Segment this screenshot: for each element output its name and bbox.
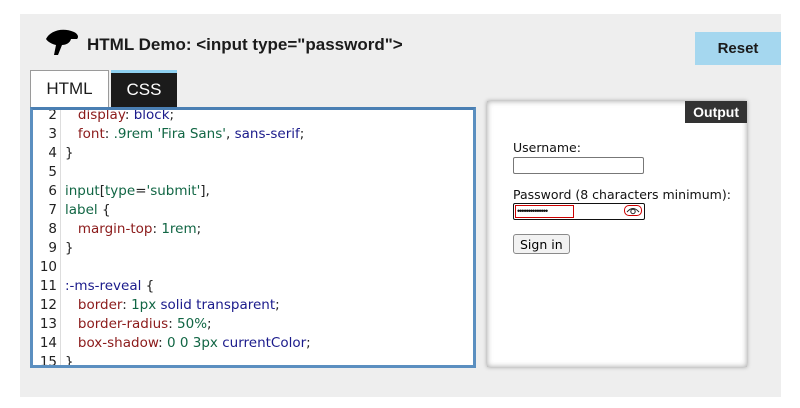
code-line: 12 border: 1px solid transparent; [33,297,473,316]
eye-icon [626,208,640,215]
css-value: 50% [177,316,208,332]
line-number: 9 [48,240,57,256]
css-value: .9rem [113,126,154,142]
mdn-dinosaur-logo-icon [46,29,78,55]
password-label: Password (8 characters minimum): [513,187,731,202]
code-line: 3 font: .9rem 'Fira Sans', sans-serif; [33,126,473,145]
css-property: border [77,297,123,313]
line-number: 4 [48,145,57,161]
code-line: 10 [33,259,473,278]
code-line: 13 border-radius: 50%; [33,316,473,335]
code-text: :-ms-reveal { [65,278,154,294]
line-number: 14 [39,335,57,351]
reset-button[interactable]: Reset [695,32,781,65]
code-text: label { [65,202,111,218]
css-selector: label [65,202,98,218]
code-line: 11 :-ms-reveal { [33,278,473,297]
password-input[interactable]: •••••••••••••• [513,203,645,220]
line-number: 10 [39,259,57,275]
code-text: border: 1px solid transparent; [77,297,280,313]
line-number: 7 [48,202,57,218]
css-value: sans-serif [234,126,300,142]
output-label: Output [685,101,747,123]
css-value: block [133,107,170,123]
tab-html[interactable]: HTML [30,70,109,107]
css-property: border-radius [77,316,169,332]
code-punct: { [141,278,155,294]
css-code-editor[interactable]: 2 display: block; 3 font: .9rem 'Fira Sa… [30,107,476,368]
code-line: 6 input[type='submit'], [33,183,473,202]
code-line: 4 } [33,145,473,164]
line-number: 3 [48,126,57,142]
css-selector: input [65,183,100,199]
code-line: 7 label { [33,202,473,221]
code-punct: ], [200,183,210,199]
code-line: 8 margin-top: 1rem; [33,221,473,240]
reveal-password-icon[interactable] [624,205,642,216]
css-value: currentColor [222,335,307,351]
line-number: 13 [39,316,57,332]
line-number: 6 [48,183,57,199]
css-string: 'Fira Sans' [157,126,226,142]
code-text: margin-top: 1rem; [77,221,202,237]
username-label: Username: [513,140,581,155]
code-text: box-shadow: 0 0 3px currentColor; [77,335,311,351]
password-mask: •••••••••••••• [515,205,574,218]
code-line: 9 } [33,240,473,259]
css-property: display [77,107,125,123]
line-number: 5 [48,164,57,180]
code-line: 5 [33,164,473,183]
line-number: 12 [39,297,57,313]
code-line: 15 } [33,354,473,368]
css-selector: type [105,183,136,199]
code-text: } [65,354,74,368]
line-number: 11 [39,278,57,294]
demo-panel: HTML Demo: <input type="password"> Reset… [20,14,781,397]
code-text: input[type='submit'], [65,183,210,199]
css-value: solid transparent [160,297,276,313]
code-line: 14 box-shadow: 0 0 3px currentColor; [33,335,473,354]
css-string: 'submit' [146,183,201,199]
output-panel: Output Username: Password (8 characters … [487,101,747,367]
sign-in-button[interactable]: Sign in [513,234,570,254]
css-value: 1px [131,297,157,313]
line-number: 2 [48,107,57,123]
code-text: border-radius: 50%; [77,316,212,332]
username-input[interactable] [513,157,644,174]
code-text: } [65,145,74,161]
code-punct: { [97,202,111,218]
page-title: HTML Demo: <input type="password"> [87,35,403,54]
css-property: margin-top [77,221,153,237]
code-text: display: block; [77,107,175,123]
css-selector: :-ms-reveal [65,278,142,294]
css-value: 1rem [161,221,197,237]
tab-css[interactable]: CSS [111,70,177,107]
header: HTML Demo: <input type="password"> Reset [30,24,781,65]
line-number: 8 [48,221,57,237]
line-number: 15 [39,354,57,368]
css-value: 0 0 3px [167,335,218,351]
code-text: font: .9rem 'Fira Sans', sans-serif; [77,126,305,142]
code-line: 2 display: block; [33,107,473,126]
css-property: font [77,126,105,142]
css-property: box-shadow [77,335,159,351]
code-text: } [65,240,74,256]
